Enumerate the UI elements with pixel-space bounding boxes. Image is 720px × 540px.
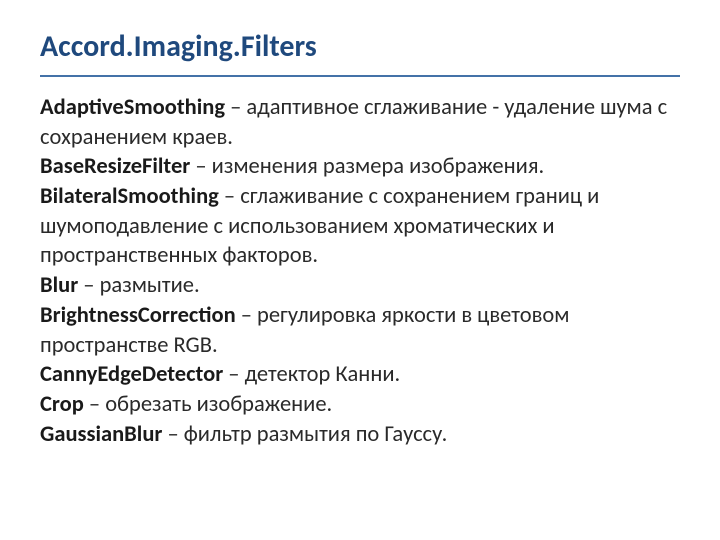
title-underline — [40, 75, 680, 77]
term: Crop — [40, 391, 84, 418]
desc: – фильтр размытия по Гауссу. — [162, 421, 447, 448]
page-title: Accord.Imaging.Filters — [40, 28, 680, 69]
list-item: Blur – размытие. — [40, 271, 680, 301]
term: BaseResizeFilter — [40, 153, 190, 180]
desc: – детектор Канни. — [223, 361, 400, 388]
list-item: AdaptiveSmoothing – адаптивное сглаживан… — [40, 93, 680, 152]
term: BilateralSmoothing — [40, 183, 219, 210]
list-item: CannyEdgeDetector – детектор Канни. — [40, 360, 680, 390]
list-item: BrightnessCorrection – регулировка яркос… — [40, 301, 680, 360]
desc: – обрезать изображение. — [84, 391, 332, 418]
slide: Accord.Imaging.Filters AdaptiveSmoothing… — [0, 0, 720, 540]
term: Blur — [40, 272, 78, 299]
list-item: GaussianBlur – фильтр размытия по Гауссу… — [40, 420, 680, 450]
term: AdaptiveSmoothing — [40, 94, 225, 121]
content-list: AdaptiveSmoothing – адаптивное сглаживан… — [40, 93, 680, 449]
term: CannyEdgeDetector — [40, 361, 223, 388]
list-item: Crop – обрезать изображение. — [40, 390, 680, 420]
term: GaussianBlur — [40, 421, 162, 448]
list-item: BaseResizeFilter – изменения размера изо… — [40, 152, 680, 182]
desc: – размытие. — [78, 272, 199, 299]
list-item: BilateralSmoothing – сглаживание с сохра… — [40, 182, 680, 271]
term: BrightnessCorrection — [40, 302, 236, 329]
desc: – изменения размера изображения. — [190, 153, 544, 180]
